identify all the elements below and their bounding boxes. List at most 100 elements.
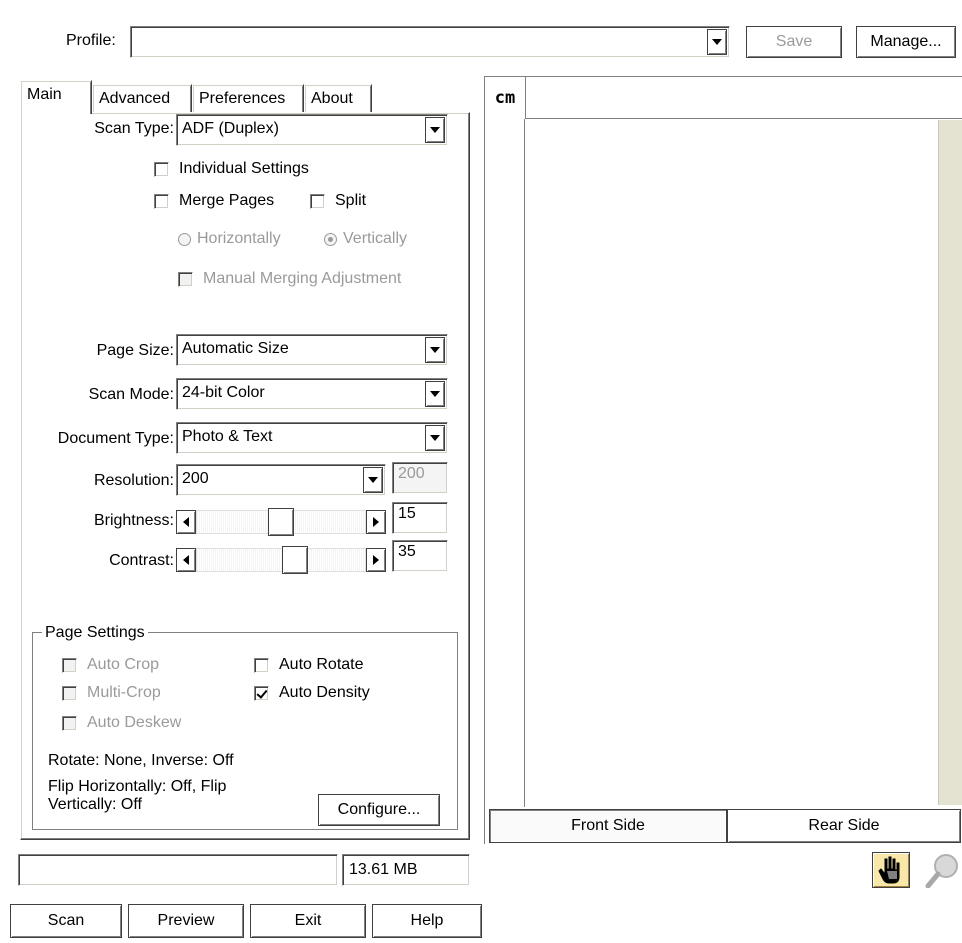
auto-density-label: Auto Density <box>279 684 370 701</box>
arrow-right-icon <box>373 555 379 565</box>
tab-preferences[interactable]: Preferences <box>192 84 304 114</box>
flip-info: Flip Horizontally: Off, Flip Vertically:… <box>48 778 226 814</box>
memory-field: 13.61 MB <box>342 854 470 886</box>
preview-panel: cm Front Side Rear Side <box>484 76 962 844</box>
preview-image-area[interactable] <box>526 120 938 805</box>
flip-info-line2: Vertically: Off <box>48 796 142 813</box>
merge-pages-label: Merge Pages <box>179 192 275 209</box>
exit-button[interactable]: Exit <box>250 904 366 938</box>
page-size-value: Automatic Size <box>182 340 289 357</box>
split-box[interactable] <box>310 193 325 209</box>
brightness-decrease-button[interactable] <box>176 510 196 534</box>
auto-density-checkbox[interactable]: Auto Density <box>254 682 370 704</box>
individual-settings-box[interactable] <box>154 161 169 177</box>
chevron-down-icon <box>430 347 440 353</box>
resolution-value: 200 <box>182 470 209 487</box>
tab-advanced[interactable]: Advanced <box>92 84 192 114</box>
scan-mode-dropdown-button[interactable] <box>425 381 445 407</box>
contrast-value-field[interactable]: 35 <box>392 540 448 572</box>
scan-mode-label: Scan Mode: <box>88 386 174 403</box>
horizontally-label: Horizontally <box>197 230 281 247</box>
vertical-ruler <box>485 119 525 807</box>
scan-button[interactable]: Scan <box>10 904 122 938</box>
configure-button[interactable]: Configure... <box>318 794 440 826</box>
hand-tool-button[interactable] <box>872 852 910 888</box>
chevron-down-icon <box>368 477 378 483</box>
vertically-radio[interactable]: Vertically <box>324 228 407 250</box>
chevron-down-icon <box>430 391 440 397</box>
brightness-increase-button[interactable] <box>366 510 386 534</box>
arrow-left-icon <box>183 555 189 565</box>
help-button[interactable]: Help <box>372 904 482 938</box>
chevron-down-icon <box>712 39 722 45</box>
manage-button[interactable]: Manage... <box>856 26 956 58</box>
vertically-label: Vertically <box>343 230 408 247</box>
contrast-increase-button[interactable] <box>366 548 386 572</box>
resolution-label: Resolution: <box>93 472 174 489</box>
scan-type-value: ADF (Duplex) <box>182 120 279 137</box>
brightness-thumb[interactable] <box>268 508 294 536</box>
document-type-select[interactable]: Photo & Text <box>176 422 448 454</box>
contrast-slider[interactable] <box>176 546 386 574</box>
horizontally-radio-dot[interactable] <box>178 232 191 246</box>
chevron-down-icon <box>430 127 440 133</box>
page-size-dropdown-button[interactable] <box>425 337 445 363</box>
split-label: Split <box>335 192 367 209</box>
arrow-left-icon <box>183 517 189 527</box>
document-type-value: Photo & Text <box>182 428 273 445</box>
contrast-decrease-button[interactable] <box>176 548 196 572</box>
ruler-unit-label[interactable]: cm <box>485 77 525 119</box>
contrast-track[interactable] <box>196 548 366 572</box>
auto-crop-box[interactable] <box>62 657 77 673</box>
resolution-select[interactable]: 200 <box>176 464 386 496</box>
split-checkbox[interactable]: Split <box>310 190 366 212</box>
multi-crop-label: Multi-Crop <box>87 684 161 701</box>
auto-deskew-box[interactable] <box>62 715 77 731</box>
multi-crop-checkbox[interactable]: Multi-Crop <box>62 682 161 704</box>
scan-type-dropdown-button[interactable] <box>425 117 445 143</box>
page-settings-title: Page Settings <box>42 622 148 644</box>
brightness-value-field[interactable]: 15 <box>392 502 448 534</box>
auto-rotate-checkbox[interactable]: Auto Rotate <box>254 654 364 676</box>
auto-crop-label: Auto Crop <box>87 656 160 673</box>
preview-button[interactable]: Preview <box>128 904 244 938</box>
auto-rotate-box[interactable] <box>254 657 269 673</box>
page-size-select[interactable]: Automatic Size <box>176 334 448 366</box>
resolution-custom-field[interactable]: 200 <box>392 462 448 494</box>
zoom-tool-button[interactable] <box>918 852 962 889</box>
profile-select[interactable] <box>130 26 730 58</box>
brightness-slider[interactable] <box>176 508 386 536</box>
auto-density-box[interactable] <box>254 685 269 701</box>
hand-pointer-icon <box>878 856 900 884</box>
merge-pages-box[interactable] <box>154 193 169 209</box>
tab-about-label: About <box>311 90 353 107</box>
merge-pages-checkbox[interactable]: Merge Pages <box>154 190 274 212</box>
rear-side-tab[interactable]: Rear Side <box>727 809 961 843</box>
tab-main[interactable]: Main <box>20 80 92 114</box>
page-size-label: Page Size: <box>96 342 174 359</box>
manual-merging-box[interactable] <box>178 271 193 287</box>
vertically-radio-dot[interactable] <box>324 232 337 246</box>
progress-field <box>18 854 338 886</box>
horizontally-radio[interactable]: Horizontally <box>178 228 281 250</box>
individual-settings-label: Individual Settings <box>179 160 309 177</box>
save-button[interactable]: Save <box>746 26 842 58</box>
profile-value <box>131 27 707 57</box>
front-side-tab[interactable]: Front Side <box>489 809 727 843</box>
document-type-dropdown-button[interactable] <box>425 425 445 451</box>
auto-crop-checkbox[interactable]: Auto Crop <box>62 654 159 676</box>
arrow-right-icon <box>373 517 379 527</box>
flip-info-line1: Flip Horizontally: Off, Flip <box>48 778 227 795</box>
manual-merging-checkbox[interactable]: Manual Merging Adjustment <box>178 268 401 290</box>
tab-about[interactable]: About <box>304 84 372 114</box>
resolution-dropdown-button[interactable] <box>363 467 383 493</box>
contrast-thumb[interactable] <box>282 546 309 574</box>
contrast-label: Contrast: <box>109 552 174 569</box>
multi-crop-box[interactable] <box>62 685 77 701</box>
scan-mode-select[interactable]: 24-bit Color <box>176 378 448 410</box>
horizontal-ruler <box>525 77 962 119</box>
profile-dropdown-button[interactable] <box>707 29 727 55</box>
individual-settings-checkbox[interactable]: Individual Settings <box>154 158 309 180</box>
auto-deskew-checkbox[interactable]: Auto Deskew <box>62 712 181 734</box>
scan-type-select[interactable]: ADF (Duplex) <box>176 114 448 146</box>
